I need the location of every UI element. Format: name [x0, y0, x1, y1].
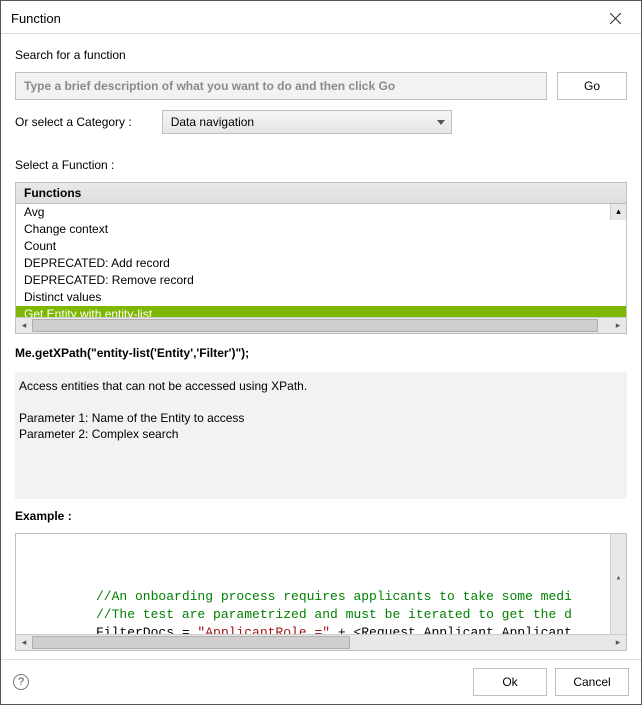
search-label: Search for a function	[15, 48, 627, 62]
list-item[interactable]: DEPRECATED: Remove record	[16, 272, 626, 289]
list-item[interactable]: Avg	[16, 204, 626, 221]
footer-buttons: Ok Cancel	[473, 668, 629, 696]
functions-listbox[interactable]: Functions ▴ AvgChange contextCountDEPREC…	[15, 182, 627, 334]
functions-header-text: Functions	[24, 186, 81, 200]
example-label: Example :	[15, 509, 627, 523]
scroll-track[interactable]	[32, 318, 610, 333]
chevron-down-icon	[437, 120, 445, 125]
functions-hscrollbar[interactable]: ◂ ▸	[16, 317, 626, 333]
functions-label: Select a Function :	[15, 158, 627, 172]
scroll-left-button[interactable]: ◂	[16, 635, 32, 650]
category-select[interactable]: Data navigation	[162, 110, 452, 134]
list-item[interactable]: Distinct values	[16, 289, 626, 306]
footer: ? Ok Cancel	[1, 659, 641, 704]
help-icon: ?	[18, 676, 24, 688]
example-box: //An onboarding process requires applica…	[15, 533, 627, 651]
ok-button[interactable]: Ok	[473, 668, 547, 696]
scroll-left-button[interactable]: ◂	[16, 318, 32, 333]
list-item[interactable]: Count	[16, 238, 626, 255]
go-button[interactable]: Go	[557, 72, 627, 100]
help-button[interactable]: ?	[13, 674, 29, 690]
scroll-thumb[interactable]	[32, 319, 598, 332]
list-item[interactable]: Get Entity with entity-list	[16, 306, 626, 317]
example-code: //An onboarding process requires applica…	[16, 534, 626, 634]
scroll-right-button[interactable]: ▸	[610, 318, 626, 333]
cancel-button[interactable]: Cancel	[555, 668, 629, 696]
example-vscrollbar[interactable]: ▴	[610, 534, 626, 634]
titlebar: Function	[1, 1, 641, 34]
example-hscrollbar[interactable]: ◂ ▸	[16, 634, 626, 650]
functions-header: Functions	[16, 183, 626, 204]
scroll-up-button[interactable]: ▴	[611, 570, 626, 586]
list-item[interactable]: Change context	[16, 221, 626, 238]
scroll-thumb[interactable]	[32, 636, 350, 649]
functions-items: ▴ AvgChange contextCountDEPRECATED: Add …	[16, 204, 626, 317]
dialog-content: Search for a function Go Or select a Cat…	[1, 34, 641, 659]
search-row: Go	[15, 72, 627, 100]
category-label: Or select a Category :	[15, 115, 132, 129]
function-description: Access entities that can not be accessed…	[15, 372, 627, 499]
scroll-right-button[interactable]: ▸	[610, 635, 626, 650]
window-title: Function	[11, 11, 61, 26]
close-icon	[610, 13, 621, 24]
close-button[interactable]	[597, 7, 633, 29]
search-input[interactable]	[15, 72, 547, 100]
category-row: Or select a Category : Data navigation	[15, 110, 627, 134]
list-item[interactable]: DEPRECATED: Add record	[16, 255, 626, 272]
category-selected-value: Data navigation	[171, 115, 254, 129]
scroll-up-button[interactable]: ▴	[610, 204, 626, 220]
scroll-track[interactable]	[32, 635, 610, 650]
function-signature: Me.getXPath("entity-list('Entity','Filte…	[15, 344, 627, 362]
